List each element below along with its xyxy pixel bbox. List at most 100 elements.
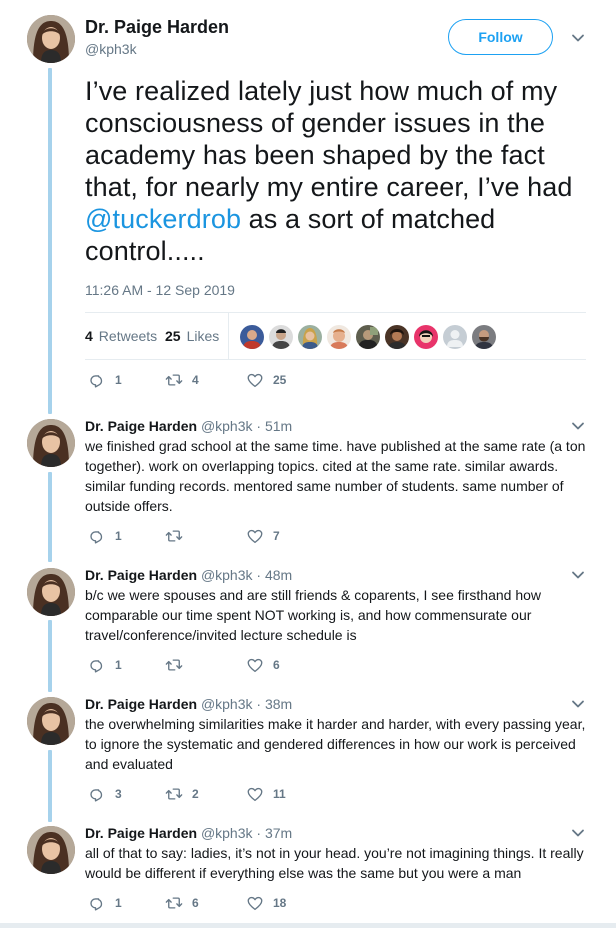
liker-avatar[interactable] bbox=[298, 325, 322, 349]
reply-button[interactable]: 1 bbox=[88, 656, 122, 674]
reply-author-name[interactable]: Dr. Paige Harden bbox=[85, 696, 197, 712]
heart-icon bbox=[246, 894, 264, 912]
retweet-button[interactable]: 4 bbox=[165, 371, 199, 389]
reply-icon bbox=[88, 527, 106, 545]
like-count: 7 bbox=[273, 529, 280, 543]
like-button[interactable]: 7 bbox=[246, 527, 280, 545]
reply-header: Dr. Paige Harden @kph3k · 37m bbox=[85, 825, 292, 841]
reply-count: 3 bbox=[115, 787, 122, 801]
liker-avatar[interactable] bbox=[356, 325, 380, 349]
reply-text: all of that to say: ladies, it’s not in … bbox=[85, 845, 584, 881]
reply-text: b/c we were spouses and are still friend… bbox=[85, 587, 542, 643]
heart-icon bbox=[246, 656, 264, 674]
thread-line bbox=[48, 750, 52, 822]
reply-author-handle[interactable]: @kph3k bbox=[201, 825, 253, 841]
reply-time[interactable]: · 51m bbox=[256, 418, 292, 434]
reply-header: Dr. Paige Harden @kph3k · 48m bbox=[85, 567, 292, 583]
reply-time[interactable]: · 37m bbox=[256, 825, 292, 841]
tweet-stats: 4 Retweets 25 Likes bbox=[85, 312, 586, 360]
liker-avatar[interactable] bbox=[240, 325, 264, 349]
reply-header: Dr. Paige Harden @kph3k · 38m bbox=[85, 696, 292, 712]
reply-text: we finished grad school at the same time… bbox=[85, 438, 586, 514]
retweet-count: 4 bbox=[192, 373, 199, 387]
reply-button[interactable]: 3 bbox=[88, 785, 122, 803]
thread-line bbox=[48, 620, 52, 692]
chevron-down-icon[interactable] bbox=[571, 31, 585, 45]
reply-count: 1 bbox=[115, 896, 122, 910]
like-count: 11 bbox=[273, 787, 286, 801]
liker-avatar[interactable] bbox=[269, 325, 293, 349]
tweet-timestamp[interactable]: 11:26 AM - 12 Sep 2019 bbox=[85, 282, 235, 298]
likes-label: Likes bbox=[186, 328, 220, 344]
avatar[interactable] bbox=[27, 826, 75, 874]
liker-avatar[interactable] bbox=[327, 325, 351, 349]
author-handle[interactable]: @kph3k bbox=[85, 41, 137, 57]
like-button[interactable]: 25 bbox=[246, 371, 286, 389]
avatar[interactable] bbox=[27, 15, 75, 63]
reply-time[interactable]: · 48m bbox=[256, 567, 292, 583]
retweet-count: 2 bbox=[192, 787, 199, 801]
mention-link[interactable]: @tuckerdrob bbox=[85, 204, 241, 234]
bottom-divider bbox=[0, 923, 616, 928]
avatar[interactable] bbox=[27, 697, 75, 745]
chevron-down-icon[interactable] bbox=[571, 826, 585, 840]
thread-line bbox=[48, 472, 52, 562]
reply-icon bbox=[88, 894, 106, 912]
reply-author-name[interactable]: Dr. Paige Harden bbox=[85, 567, 197, 583]
liker-avatar[interactable] bbox=[414, 325, 438, 349]
reply-author-handle[interactable]: @kph3k bbox=[201, 696, 253, 712]
stats-divider bbox=[228, 313, 229, 359]
likes-count: 25 bbox=[165, 328, 181, 344]
retweet-icon bbox=[165, 894, 183, 912]
retweets-stat[interactable]: 4 Retweets bbox=[85, 328, 157, 344]
reply-author-name[interactable]: Dr. Paige Harden bbox=[85, 418, 197, 434]
retweet-count: 6 bbox=[192, 896, 199, 910]
reply-count: 1 bbox=[115, 529, 122, 543]
chevron-down-icon[interactable] bbox=[571, 697, 585, 711]
retweets-label: Retweets bbox=[98, 328, 158, 344]
heart-icon bbox=[246, 371, 264, 389]
reply-time[interactable]: · 38m bbox=[256, 696, 292, 712]
tweet-text-part: I’ve realized lately just how much of my… bbox=[85, 76, 573, 202]
liker-avatar[interactable] bbox=[443, 325, 467, 349]
reply-count: 1 bbox=[115, 373, 122, 387]
avatar[interactable] bbox=[27, 568, 75, 616]
reply-author-name[interactable]: Dr. Paige Harden bbox=[85, 825, 197, 841]
retweet-icon bbox=[165, 785, 183, 803]
chevron-down-icon[interactable] bbox=[571, 419, 585, 433]
retweet-button[interactable]: 2 bbox=[165, 785, 199, 803]
reply-button[interactable]: 1 bbox=[88, 527, 122, 545]
retweet-button[interactable]: 6 bbox=[165, 894, 199, 912]
like-button[interactable]: 11 bbox=[246, 785, 286, 803]
reply-author-handle[interactable]: @kph3k bbox=[201, 567, 253, 583]
reply-icon bbox=[88, 785, 106, 803]
retweet-button[interactable] bbox=[165, 527, 192, 545]
follow-button[interactable]: Follow bbox=[448, 19, 553, 55]
like-count: 18 bbox=[273, 896, 287, 910]
heart-icon bbox=[246, 527, 264, 545]
retweet-icon bbox=[165, 656, 183, 674]
like-count: 25 bbox=[273, 373, 287, 387]
reply-header: Dr. Paige Harden @kph3k · 51m bbox=[85, 418, 292, 434]
retweet-icon bbox=[165, 371, 183, 389]
like-button[interactable]: 6 bbox=[246, 656, 280, 674]
avatar[interactable] bbox=[27, 419, 75, 467]
retweets-count: 4 bbox=[85, 328, 93, 344]
retweet-button[interactable] bbox=[165, 656, 192, 674]
reply-text: the overwhelming similarities make it ha… bbox=[85, 716, 586, 772]
reply-icon bbox=[88, 371, 106, 389]
likes-stat[interactable]: 25 Likes bbox=[165, 328, 219, 344]
tweet-text: I’ve realized lately just how much of my… bbox=[85, 75, 595, 267]
chevron-down-icon[interactable] bbox=[571, 568, 585, 582]
reply-icon bbox=[88, 656, 106, 674]
like-button[interactable]: 18 bbox=[246, 894, 286, 912]
liker-avatar[interactable] bbox=[385, 325, 409, 349]
reply-button[interactable]: 1 bbox=[88, 371, 122, 389]
heart-icon bbox=[246, 785, 264, 803]
author-name[interactable]: Dr. Paige Harden bbox=[85, 17, 229, 38]
reply-button[interactable]: 1 bbox=[88, 894, 122, 912]
reply-author-handle[interactable]: @kph3k bbox=[201, 418, 253, 434]
like-count: 6 bbox=[273, 658, 280, 672]
liker-avatar[interactable] bbox=[472, 325, 496, 349]
thread-line bbox=[48, 68, 52, 414]
